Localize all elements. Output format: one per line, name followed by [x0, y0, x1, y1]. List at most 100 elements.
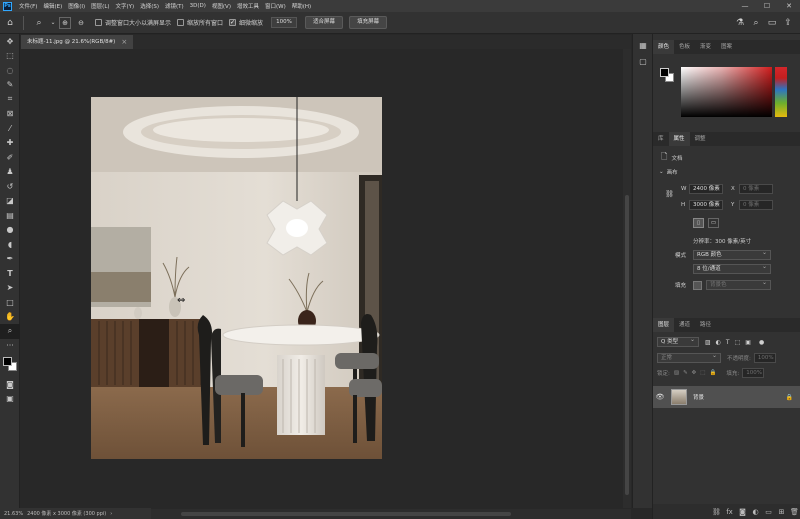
quick-mask-icon[interactable]: ◙ [0, 377, 20, 392]
status-arrow-icon[interactable]: › [110, 511, 112, 517]
tab-adjustments[interactable]: 调整 [690, 132, 711, 146]
eye-icon[interactable]: 👁 [653, 393, 667, 401]
type-tool-icon[interactable]: T [0, 266, 20, 281]
menu-filter[interactable]: 滤镜(T) [162, 2, 187, 10]
layer-kind-filter[interactable]: Q 类型 [657, 336, 699, 347]
width-field[interactable]: 2400 像素 [689, 184, 723, 194]
document-tab[interactable]: 未标题-11.jpg @ 21.6%(RGB/8#) × [21, 35, 134, 49]
eyedropper-tool-icon[interactable]: ⁄ [0, 121, 20, 136]
adjustment-layer-icon[interactable]: ◐ [749, 508, 762, 516]
zoom-all-windows-checkbox[interactable]: 缩放所有窗口 [177, 18, 223, 27]
menu-view[interactable]: 视图(V) [209, 2, 234, 10]
menu-plugins[interactable]: 增效工具 [234, 2, 262, 10]
link-layers-icon[interactable]: ⛓ [710, 508, 723, 516]
fill-swatch[interactable] [693, 280, 702, 290]
zoom-tool-icon[interactable]: ⌕ [31, 15, 47, 31]
eraser-tool-icon[interactable]: ◪ [0, 194, 20, 209]
delete-layer-icon[interactable]: 🗑 [788, 508, 800, 516]
gradient-tool-icon[interactable]: ▤ [0, 208, 20, 223]
fill-screen-button[interactable]: 填充屏幕 [349, 16, 388, 29]
zoom-in-icon[interactable]: ⊕ [59, 16, 71, 29]
history-brush-tool-icon[interactable]: ↺ [0, 179, 20, 194]
filter-smart-icon[interactable]: ▣ [745, 339, 751, 346]
brush-tool-icon[interactable]: ✐ [0, 150, 20, 165]
foreground-color-swatch[interactable] [3, 357, 12, 366]
filter-shape-icon[interactable]: ⬚ [735, 339, 741, 346]
color-swatches[interactable] [0, 353, 20, 377]
horizontal-scroll-thumb[interactable] [181, 512, 511, 516]
portrait-icon[interactable]: ▯ [693, 218, 704, 228]
bit-depth-dropdown[interactable]: 8 位/通道 [693, 263, 771, 274]
canvas-section-header[interactable]: ⌄ 画布 [659, 168, 678, 176]
menu-select[interactable]: 选择(S) [137, 2, 162, 10]
menu-file[interactable]: 文件(F) [16, 2, 40, 10]
minimize-icon[interactable]: — [734, 0, 756, 12]
color-picker-field[interactable] [681, 67, 772, 117]
search-icon[interactable]: ⌕ [748, 15, 764, 31]
vertical-scrollbar[interactable] [623, 49, 631, 508]
home-icon[interactable]: ⌂ [2, 15, 18, 31]
layer-name[interactable]: 背景 [693, 393, 704, 401]
landscape-icon[interactable]: ▭ [708, 218, 719, 228]
dodge-tool-icon[interactable]: ◖ [0, 237, 20, 252]
layer-row-background[interactable]: 👁 背景 🔒 [653, 386, 800, 408]
zoom-out-icon[interactable]: ⊖ [73, 15, 89, 31]
filter-toggle-icon[interactable]: ● [759, 339, 764, 346]
marquee-tool-icon[interactable]: ⬚ [0, 49, 20, 64]
zoom-value-field[interactable]: 100% [271, 17, 298, 28]
crop-tool-icon[interactable]: ⌗ [0, 92, 20, 107]
pen-tool-icon[interactable]: ✒ [0, 252, 20, 267]
menu-window[interactable]: 窗口(W) [262, 2, 289, 10]
filter-pixel-icon[interactable]: ▨ [705, 339, 711, 346]
filter-type-icon[interactable]: T [726, 339, 730, 346]
lasso-tool-icon[interactable]: ◌ [0, 63, 20, 78]
panel-foreground-swatch[interactable] [660, 68, 669, 77]
comments-panel-icon[interactable]: ▢ [633, 54, 653, 70]
blur-tool-icon[interactable]: ● [0, 223, 20, 238]
filter-adjust-icon[interactable]: ◐ [716, 339, 721, 346]
hue-slider[interactable] [775, 67, 787, 117]
canvas-area[interactable]: ⇔ [21, 49, 623, 508]
zoom-tool-icon[interactable]: ⌕ [0, 324, 20, 339]
fill-dropdown[interactable]: 背景色 [706, 279, 771, 290]
new-group-icon[interactable]: ▭ [762, 508, 775, 516]
rectangle-tool-icon[interactable]: □ [0, 295, 20, 310]
blend-mode-dropdown[interactable]: 正常 [657, 352, 721, 363]
close-icon[interactable]: ✕ [778, 0, 800, 12]
layer-fill-field[interactable]: 100% [742, 368, 765, 378]
height-field[interactable]: 3000 像素 [689, 200, 723, 210]
close-tab-icon[interactable]: × [121, 35, 127, 49]
hand-tool-icon[interactable]: ✋ [0, 310, 20, 325]
menu-3d[interactable]: 3D(D) [187, 3, 209, 9]
menu-type[interactable]: 文字(Y) [113, 2, 138, 10]
opacity-field[interactable]: 100% [753, 353, 776, 363]
menu-help[interactable]: 帮助(H) [289, 2, 314, 10]
horizontal-scrollbar[interactable] [151, 509, 631, 519]
clone-stamp-tool-icon[interactable]: ♟ [0, 165, 20, 180]
x-field[interactable]: 0 像素 [739, 184, 773, 194]
flask-icon[interactable]: ⚗ [732, 15, 748, 31]
menu-edit[interactable]: 编辑(E) [40, 2, 65, 10]
new-layer-icon[interactable]: ⊞ [775, 508, 788, 516]
chevron-down-icon[interactable]: ⌄ [49, 15, 57, 31]
path-select-tool-icon[interactable]: ➤ [0, 281, 20, 296]
status-zoom[interactable]: 21.63% [4, 511, 23, 517]
lock-move-icon[interactable]: ✥ [692, 370, 697, 376]
document-canvas-image[interactable]: ⇔ [91, 97, 382, 459]
menu-image[interactable]: 图像(I) [65, 2, 88, 10]
menu-layer[interactable]: 图层(L) [88, 2, 112, 10]
layer-style-icon[interactable]: fx [723, 508, 736, 516]
quick-select-tool-icon[interactable]: ✎ [0, 78, 20, 93]
lock-paint-icon[interactable]: ✎ [683, 370, 688, 376]
history-panel-icon[interactable]: ▦ [633, 38, 653, 54]
add-mask-icon[interactable]: ◙ [736, 508, 749, 516]
link-icon[interactable]: ⛓ [665, 190, 674, 198]
scrubby-zoom-checkbox[interactable]: ✓ 细微缩放 [229, 18, 263, 27]
screen-mode-icon[interactable]: ▣ [0, 392, 20, 407]
workspace-icon[interactable]: ▭ [764, 15, 780, 31]
share-icon[interactable]: ⇪ [780, 15, 796, 31]
resize-windows-checkbox[interactable]: 调整窗口大小以满屏显示 [95, 18, 171, 27]
healing-brush-tool-icon[interactable]: ✚ [0, 136, 20, 151]
tab-properties[interactable]: 属性 [668, 132, 690, 146]
vertical-scroll-thumb[interactable] [625, 195, 629, 495]
